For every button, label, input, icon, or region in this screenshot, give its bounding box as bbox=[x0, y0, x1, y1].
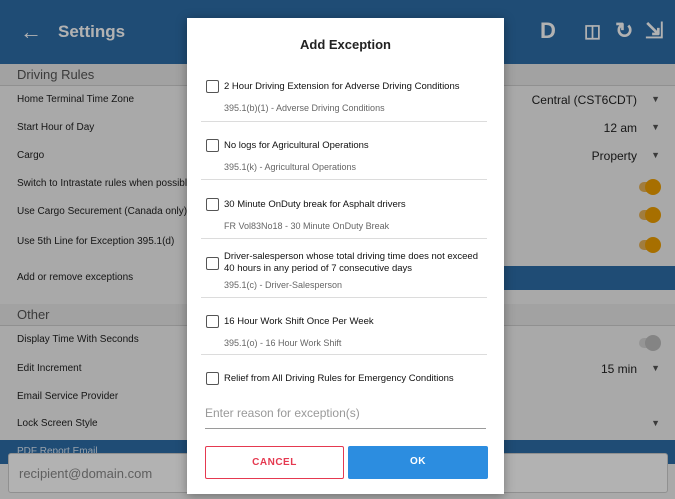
exception-title: 16 Hour Work Shift Once Per Week bbox=[224, 316, 374, 327]
exception-item[interactable]: 16 Hour Work Shift Once Per Week 395.1(o… bbox=[201, 311, 487, 355]
exception-subtitle: 395.1(o) - 16 Hour Work Shift bbox=[224, 338, 342, 348]
add-exception-dialog: Add Exception 2 Hour Driving Extension f… bbox=[187, 18, 504, 494]
exception-title: 2 Hour Driving Extension for Adverse Dri… bbox=[224, 81, 460, 92]
exception-reason-input[interactable]: Enter reason for exception(s) bbox=[205, 403, 486, 429]
exception-checkbox[interactable] bbox=[206, 139, 219, 152]
exception-checkbox[interactable] bbox=[206, 315, 219, 328]
exception-subtitle: 395.1(k) - Agricultural Operations bbox=[224, 162, 357, 172]
cancel-button[interactable]: CANCEL bbox=[205, 446, 344, 479]
exception-checkbox[interactable] bbox=[206, 257, 219, 270]
exception-item[interactable]: 2 Hour Driving Extension for Adverse Dri… bbox=[201, 78, 487, 122]
exception-subtitle: 395.1(c) - Driver-Salesperson bbox=[224, 280, 343, 290]
exception-item[interactable]: Relief from All Driving Rules for Emerge… bbox=[201, 368, 487, 392]
exception-subtitle: 395.1(b)(1) - Adverse Driving Conditions bbox=[224, 103, 385, 113]
exception-item[interactable]: Driver-salesperson whose total driving t… bbox=[201, 248, 487, 298]
exception-title: No logs for Agricultural Operations bbox=[224, 140, 369, 151]
exception-checkbox[interactable] bbox=[206, 372, 219, 385]
exception-title: Driver-salesperson whose total driving t… bbox=[224, 251, 478, 274]
exception-item[interactable]: 30 Minute OnDuty break for Asphalt drive… bbox=[201, 194, 487, 239]
reason-placeholder: Enter reason for exception(s) bbox=[205, 406, 360, 420]
ok-button[interactable]: OK bbox=[348, 446, 488, 479]
exception-subtitle: FR Vol83No18 - 30 Minute OnDuty Break bbox=[224, 221, 390, 231]
exception-item[interactable]: No logs for Agricultural Operations 395.… bbox=[201, 136, 487, 180]
exception-checkbox[interactable] bbox=[206, 198, 219, 211]
dialog-title: Add Exception bbox=[299, 37, 391, 52]
exception-checkbox[interactable] bbox=[206, 80, 219, 93]
exception-title: 30 Minute OnDuty break for Asphalt drive… bbox=[224, 199, 406, 210]
exception-title: Relief from All Driving Rules for Emerge… bbox=[224, 373, 454, 384]
